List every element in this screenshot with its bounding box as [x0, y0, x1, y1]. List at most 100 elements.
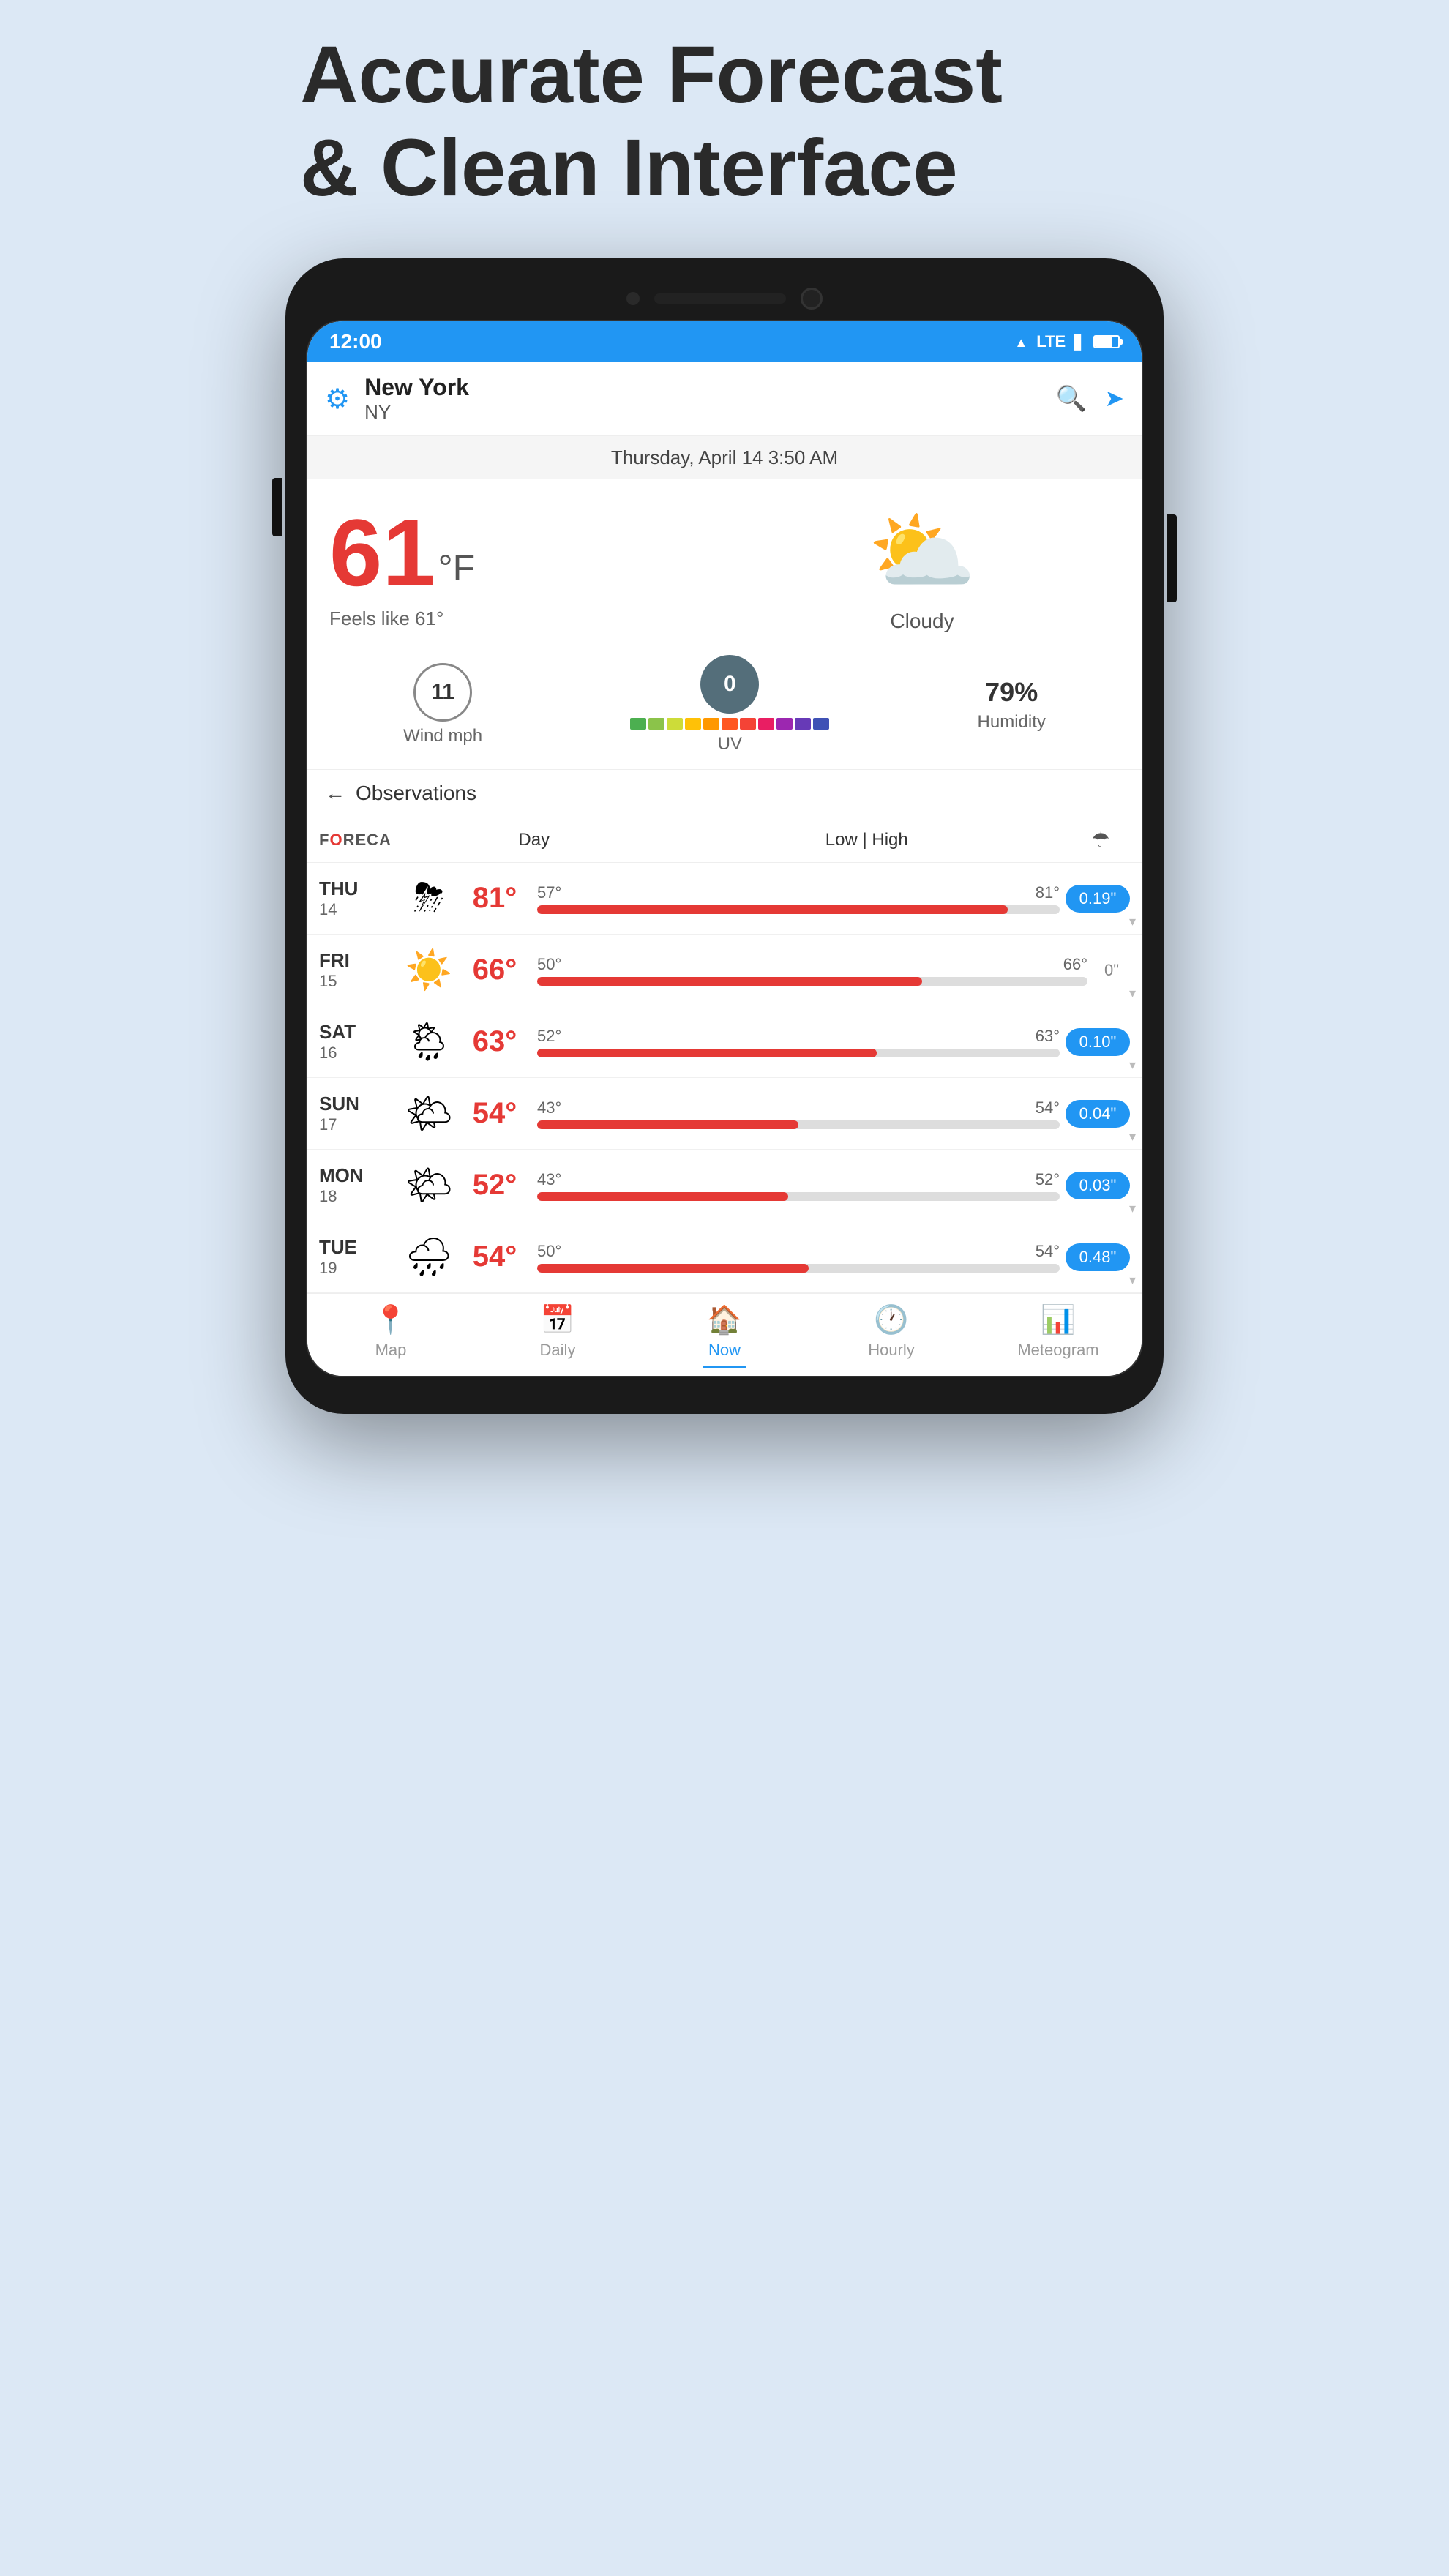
forecast-header-lowhigh: Low | High — [662, 830, 1071, 850]
range-temps-2: 52° 63° — [537, 1027, 1060, 1046]
low-temp-0: 57° — [537, 883, 561, 902]
umbrella-icon: ☂ — [1091, 828, 1109, 851]
weather-emoji: ⛅ — [867, 501, 976, 604]
day-name-2: SAT — [319, 1021, 400, 1044]
range-fill-1 — [537, 977, 922, 986]
nav-daily[interactable]: 📅 Daily — [474, 1304, 641, 1368]
phone-notch — [306, 280, 1143, 320]
weather-icon-col-0: ⛈ — [400, 876, 458, 921]
battery-fill — [1095, 337, 1112, 347]
wifi-icon — [1014, 332, 1027, 351]
weather-icon-col-4: 🌤 — [400, 1163, 458, 1208]
high-temp-2: 63° — [1036, 1027, 1060, 1046]
city-main: New York — [364, 374, 1056, 401]
daily-icon: 📅 — [540, 1304, 574, 1336]
lte-text: LTE — [1036, 332, 1066, 351]
high-temp-4: 52° — [1036, 1170, 1060, 1189]
day-num-0: 14 — [319, 900, 400, 919]
precip-badge-2: 0.10" — [1066, 1028, 1130, 1056]
uv-label: UV — [718, 734, 742, 755]
uv-bar — [630, 718, 829, 730]
phone-wrapper: 12:00 LTE ⚙ New York NY 🔍 — [285, 258, 1164, 1414]
day-name-3: SUN — [319, 1093, 400, 1115]
nav-map[interactable]: 📍 Map — [307, 1304, 474, 1368]
low-temp-5: 50° — [537, 1242, 561, 1261]
observations-tab[interactable]: ← Observations — [307, 770, 1142, 817]
hi-temp-1: 66° — [458, 954, 531, 986]
day-col-0: THU 14 — [319, 877, 400, 919]
forecast-row-4[interactable]: MON 18 🌤 52° 43° 52° 0.03" ▾ — [307, 1150, 1142, 1221]
search-icon[interactable]: 🔍 — [1056, 384, 1087, 413]
now-icon: 🏠 — [707, 1304, 741, 1336]
weather-icon-col-1: ☀️ — [400, 948, 458, 992]
wind-speed: 11 — [431, 680, 454, 705]
uv-segment-4 — [703, 718, 719, 730]
range-temps-4: 43° 52° — [537, 1170, 1060, 1189]
back-arrow-icon: ← — [325, 782, 345, 805]
humidity-value: 79% — [985, 677, 1038, 708]
stats-bar: 11 Wind mph 0 UV 79% Humidity — [307, 640, 1142, 770]
range-temps-3: 43° 54° — [537, 1098, 1060, 1117]
foreca-logo: FORECA — [319, 831, 392, 850]
meteogram-icon: 📊 — [1041, 1304, 1075, 1336]
range-col-2: 52° 63° — [531, 1027, 1066, 1057]
nav-hourly[interactable]: 🕐 Hourly — [808, 1304, 975, 1368]
status-bar: 12:00 LTE — [307, 321, 1142, 362]
day-name-1: FRI — [319, 949, 400, 972]
low-temp-3: 43° — [537, 1098, 561, 1117]
row-chevron-0: ▾ — [1129, 914, 1136, 929]
gear-icon[interactable]: ⚙ — [325, 383, 350, 416]
uv-segment-7 — [758, 718, 774, 730]
range-fill-4 — [537, 1192, 788, 1201]
nav-now-label: Now — [708, 1341, 741, 1360]
forecast-header-day: Day — [406, 830, 662, 850]
location-icon[interactable]: ➤ — [1104, 384, 1124, 413]
range-bar-4 — [537, 1192, 1060, 1201]
forecast-row-1[interactable]: FRI 15 ☀️ 66° 50° 66° 0" ▾ — [307, 935, 1142, 1006]
uv-value: 0 — [724, 672, 736, 697]
range-col-1: 50° 66° — [531, 955, 1093, 986]
range-bar-0 — [537, 905, 1060, 914]
nav-now[interactable]: 🏠 Now — [641, 1304, 808, 1368]
battery-icon — [1093, 335, 1120, 348]
range-bar-2 — [537, 1049, 1060, 1057]
forecast-header: FORECA Day Low | High ☂ — [307, 817, 1142, 863]
nav-meteogram[interactable]: 📊 Meteogram — [975, 1304, 1142, 1368]
map-icon: 📍 — [373, 1304, 408, 1336]
forecast-row-0[interactable]: THU 14 ⛈ 81° 57° 81° 0.19" ▾ — [307, 863, 1142, 935]
nav-meteogram-label: Meteogram — [1017, 1341, 1098, 1360]
headline-line2: & Clean Interface — [300, 123, 958, 213]
city-state: NY — [364, 401, 1056, 424]
wind-circle: 11 — [413, 663, 472, 722]
wind-label: Wind mph — [403, 726, 482, 746]
humidity-label: Humidity — [978, 712, 1046, 733]
day-col-5: TUE 19 — [319, 1236, 400, 1278]
forecast-row-5[interactable]: TUE 19 🌧 54° 50° 54° 0.48" ▾ — [307, 1221, 1142, 1293]
precip-badge-5: 0.48" — [1066, 1243, 1130, 1271]
low-temp-4: 43° — [537, 1170, 561, 1189]
notch-dot-left — [626, 292, 640, 305]
notch-camera — [801, 288, 823, 310]
day-name-4: MON — [319, 1164, 400, 1187]
low-temp-2: 52° — [537, 1027, 561, 1046]
status-time: 12:00 — [329, 330, 382, 353]
range-fill-2 — [537, 1049, 877, 1057]
weather-description: Cloudy — [890, 610, 954, 633]
weather-icon-col-5: 🌧 — [400, 1235, 458, 1279]
range-temps-1: 50° 66° — [537, 955, 1087, 974]
range-bar-3 — [537, 1120, 1060, 1129]
weather-icon-section: ⛅ Cloudy — [724, 501, 1120, 633]
row-chevron-1: ▾ — [1129, 986, 1136, 1001]
temperature-section: 61°F Feels like 61° — [329, 505, 724, 630]
forecast-header-precip: ☂ — [1071, 828, 1130, 852]
day-num-4: 18 — [319, 1187, 400, 1206]
range-bar-1 — [537, 977, 1087, 986]
notch-speaker — [654, 293, 786, 304]
forecast-row-2[interactable]: SAT 16 🌦 63° 52° 63° 0.10" ▾ — [307, 1006, 1142, 1078]
uv-segment-1 — [648, 718, 664, 730]
hi-temp-4: 52° — [458, 1169, 531, 1202]
forecast-row-3[interactable]: SUN 17 🌤 54° 43° 54° 0.04" ▾ — [307, 1078, 1142, 1150]
row-chevron-5: ▾ — [1129, 1273, 1136, 1288]
hi-temp-5: 54° — [458, 1240, 531, 1273]
headline-line1: Accurate Forecast — [300, 30, 1003, 120]
